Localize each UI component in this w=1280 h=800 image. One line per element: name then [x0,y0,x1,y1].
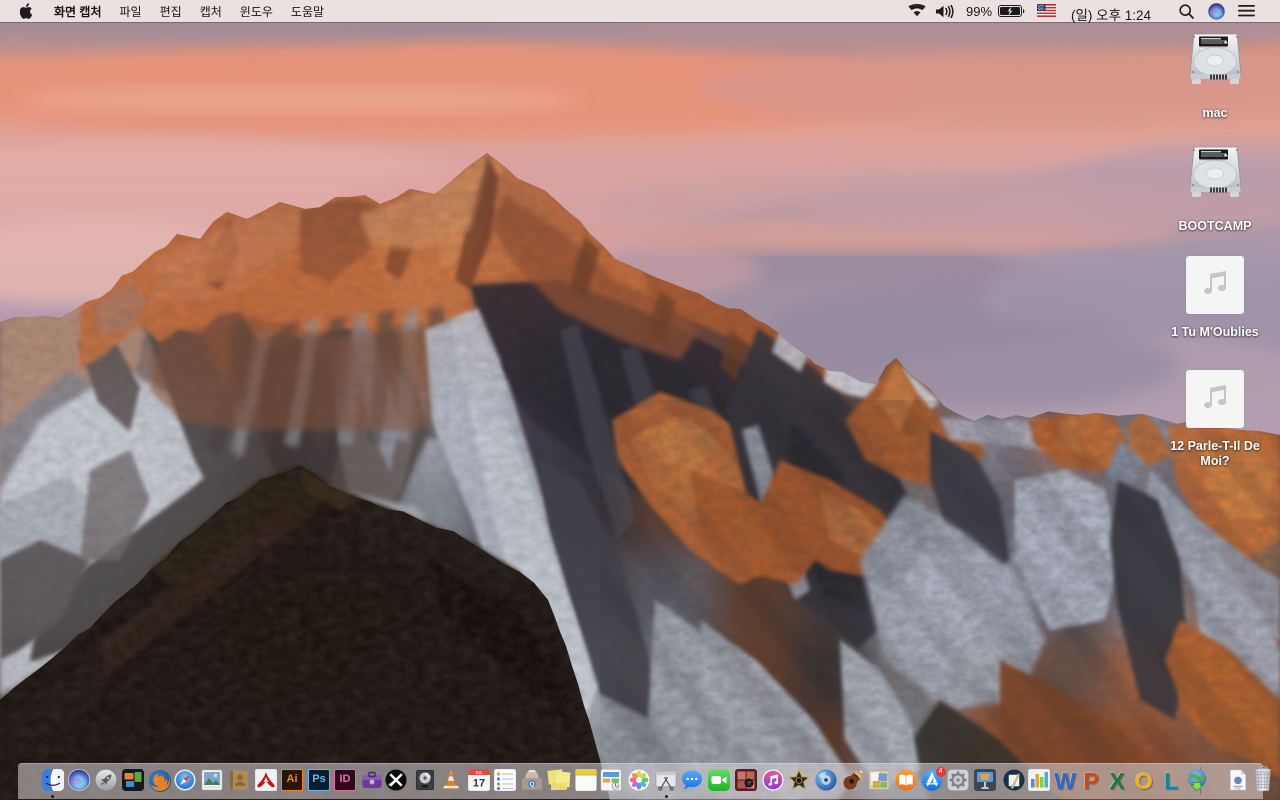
svg-text:17: 17 [473,778,485,790]
svg-text:JUL: JUL [475,770,483,775]
svg-text:PDF: PDF [1235,787,1242,791]
svg-text:Q: Q [529,781,534,788]
